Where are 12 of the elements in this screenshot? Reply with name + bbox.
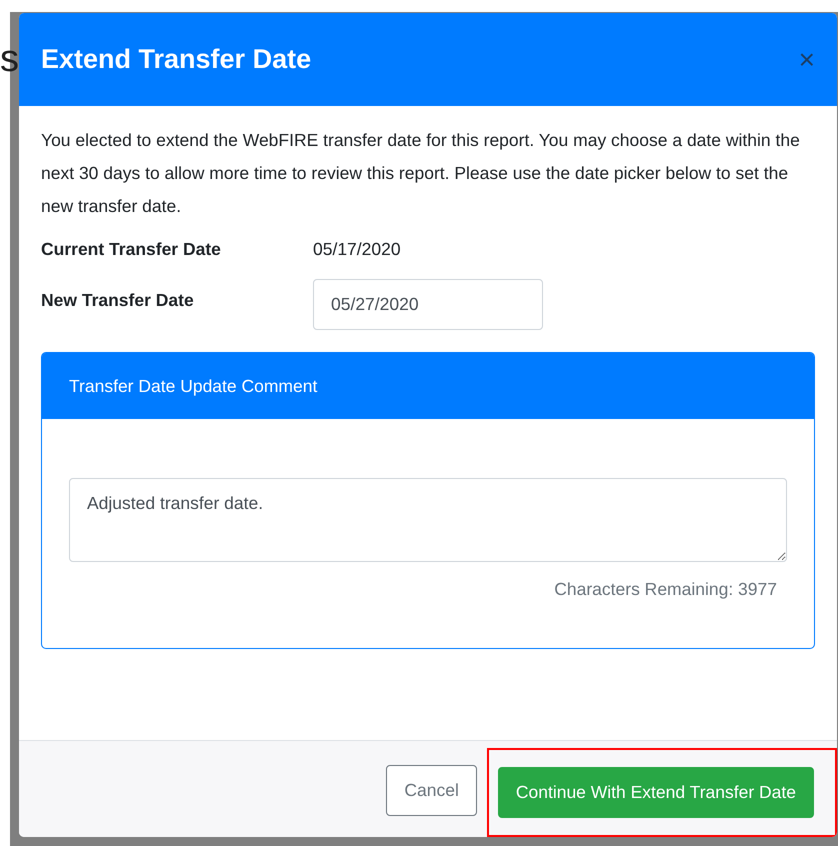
card-title: Transfer Date Update Comment (69, 374, 318, 398)
close-button[interactable]: × (798, 46, 815, 74)
cancel-button[interactable]: Cancel (386, 764, 477, 816)
modal-title: Extend Transfer Date (41, 43, 312, 76)
field-value: 05/17/2020 (313, 238, 401, 261)
field-label: Current Transfer Date (41, 238, 222, 261)
intro-text: You elected to extend the WebFIRE transfer date for this report. You may choose a date within the next 30 days to allow more time to review this report. Please use the date picker below to set the new transfer date. (41, 129, 801, 218)
date-field[interactable]: 05/27/2020 (313, 279, 543, 330)
field-label: New Transfer Date (41, 289, 195, 312)
characters-remaining: Characters Remaining: 3977 (554, 578, 777, 601)
comment-field[interactable]: Adjusted transfer date. (69, 478, 787, 562)
continue-button[interactable]: Continue With Extend Transfer Date (498, 766, 814, 818)
